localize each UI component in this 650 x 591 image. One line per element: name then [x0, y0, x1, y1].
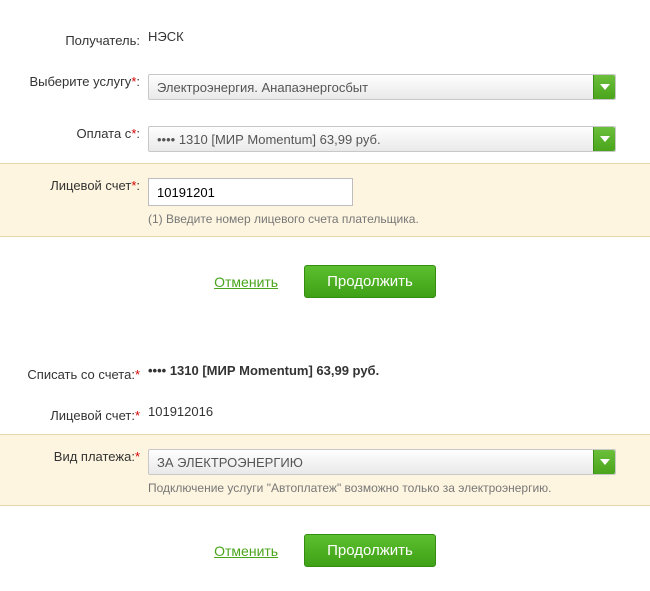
- account2-value: 101912016: [148, 404, 642, 419]
- chevron-down-icon: [593, 127, 615, 151]
- account2-label: Лицевой счет:*: [8, 404, 148, 423]
- chevron-down-icon: [593, 75, 615, 99]
- cancel-link[interactable]: Отменить: [214, 543, 278, 559]
- cancel-link[interactable]: Отменить: [214, 274, 278, 290]
- payment-form-step2: Списать со счета:* •••• 1310 [МИР Moment…: [0, 352, 650, 591]
- writeoff-row: Списать со счета:* •••• 1310 [МИР Moment…: [0, 352, 650, 393]
- writeoff-value: •••• 1310 [МИР Momentum] 63,99 руб.: [148, 363, 642, 378]
- payment-type-hint: Подключение услуги "Автоплатеж" возможно…: [148, 481, 642, 495]
- account2-row: Лицевой счет:* 101912016: [0, 393, 650, 434]
- payment-type-select[interactable]: ЗА ЭЛЕКТРОЭНЕРГИЮ: [148, 449, 616, 475]
- continue-button[interactable]: Продолжить: [304, 265, 436, 298]
- pay-from-select-value: •••• 1310 [МИР Momentum] 63,99 руб.: [157, 132, 381, 147]
- account-label: Лицевой счет*:: [8, 174, 148, 193]
- payment-form-step1: Получатель: НЭСК Выберите услугу*: Элект…: [0, 18, 650, 322]
- service-label: Выберите услугу*:: [8, 70, 148, 89]
- account-hint: (1) Введите номер лицевого счета платель…: [148, 212, 642, 226]
- pay-from-row: Оплата с*: •••• 1310 [МИР Momentum] 63,9…: [0, 111, 650, 163]
- recipient-label: Получатель:: [8, 29, 148, 48]
- pay-from-select[interactable]: •••• 1310 [МИР Momentum] 63,99 руб.: [148, 126, 616, 152]
- recipient-row: Получатель: НЭСК: [0, 18, 650, 59]
- chevron-down-icon: [593, 450, 615, 474]
- account-input[interactable]: [148, 178, 353, 206]
- pay-from-label: Оплата с*:: [8, 122, 148, 141]
- service-row: Выберите услугу*: Электроэнергия. Анапаэ…: [0, 59, 650, 111]
- writeoff-label: Списать со счета:*: [8, 363, 148, 382]
- payment-type-row: Вид платежа:* ЗА ЭЛЕКТРОЭНЕРГИЮ Подключе…: [0, 434, 650, 506]
- payment-type-label: Вид платежа:*: [8, 445, 148, 464]
- continue-button[interactable]: Продолжить: [304, 534, 436, 567]
- service-select[interactable]: Электроэнергия. Анапаэнергосбыт: [148, 74, 616, 100]
- form1-actions: Отменить Продолжить: [0, 237, 650, 322]
- account-row: Лицевой счет*: (1) Введите номер лицевог…: [0, 163, 650, 237]
- service-select-value: Электроэнергия. Анапаэнергосбыт: [157, 80, 368, 95]
- payment-type-select-value: ЗА ЭЛЕКТРОЭНЕРГИЮ: [157, 455, 303, 470]
- recipient-value: НЭСК: [148, 29, 642, 44]
- form2-actions: Отменить Продолжить: [0, 506, 650, 591]
